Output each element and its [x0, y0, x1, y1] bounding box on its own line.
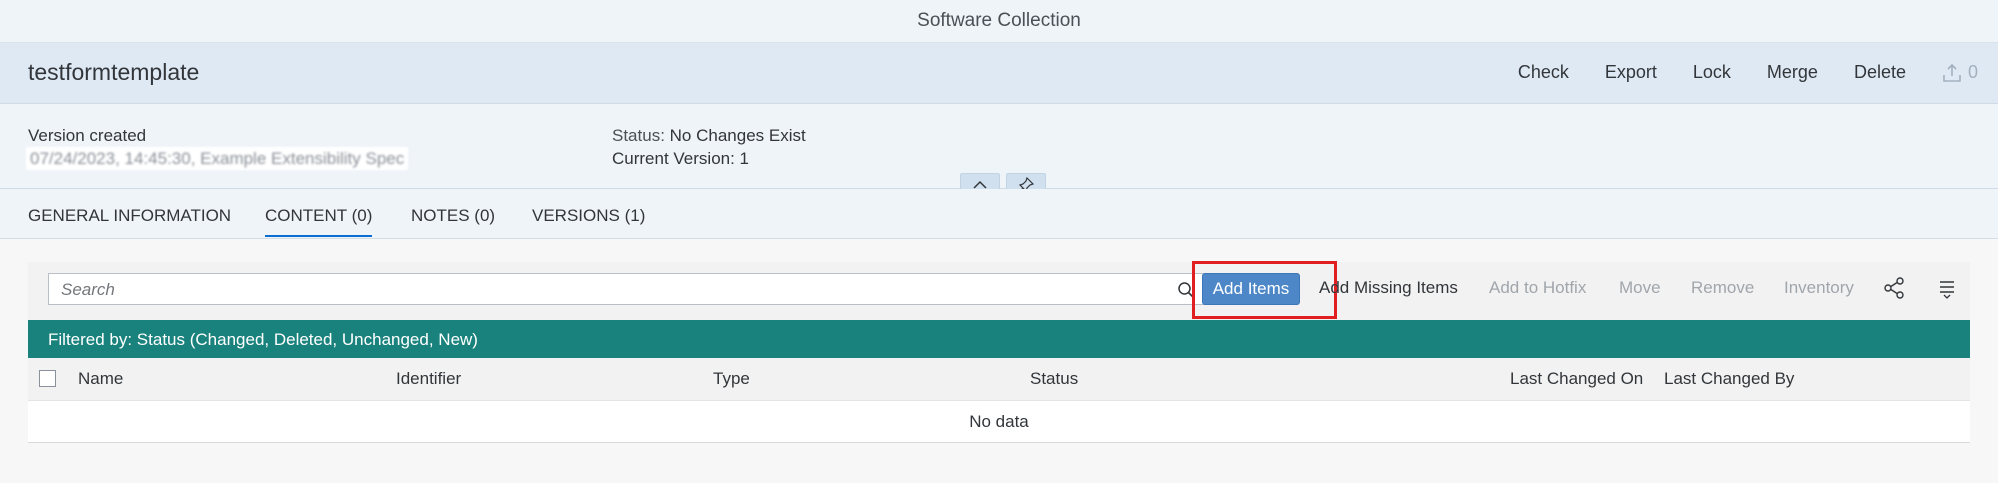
inventory-button[interactable]: Inventory [1784, 278, 1854, 298]
column-type[interactable]: Type [713, 369, 750, 389]
upload-button[interactable]: 0 [1942, 62, 1978, 83]
search-input[interactable] [59, 279, 1163, 301]
filter-text: Filtered by: Status (Changed, Deleted, U… [48, 330, 478, 349]
no-data-text: No data [969, 411, 1029, 431]
version-created-block: Version created 07/24/2023, 14:45:30, Ex… [26, 124, 409, 170]
merge-button[interactable]: Merge [1767, 62, 1818, 83]
settings-list-icon[interactable] [1938, 277, 1956, 299]
shell-bar: Software Collection [0, 0, 1998, 43]
add-to-hotfix-button[interactable]: Add to Hotfix [1489, 278, 1586, 298]
version-created-label: Version created [28, 126, 147, 145]
add-items-button[interactable]: Add Items [1202, 273, 1300, 305]
version-created-value: 07/24/2023, 14:45:30, Example Extensibil… [26, 147, 409, 170]
add-missing-items-button[interactable]: Add Missing Items [1319, 278, 1458, 298]
select-all-checkbox[interactable] [39, 370, 56, 387]
upload-count: 0 [1967, 62, 1978, 82]
tab-content[interactable]: CONTENT (0) [265, 206, 373, 237]
column-last-changed-by[interactable]: Last Changed By [1664, 369, 1794, 389]
search-field[interactable] [48, 273, 1206, 305]
delete-button[interactable]: Delete [1854, 62, 1906, 83]
status-block: Status: No Changes Exist Current Version… [612, 124, 806, 170]
status-label: Status: [612, 126, 665, 145]
remove-button[interactable]: Remove [1691, 278, 1754, 298]
tab-bar: GENERAL INFORMATION CONTENT (0) NOTES (0… [0, 189, 1998, 239]
filter-info-bar: Filtered by: Status (Changed, Deleted, U… [28, 320, 1970, 358]
object-title: testformtemplate [28, 59, 200, 85]
tab-versions[interactable]: VERSIONS (1) [532, 206, 645, 235]
table-header: Name Identifier Type Status Last Changed… [28, 358, 1970, 401]
content-table-panel: Add Items Add Missing Items Add to Hotfi… [28, 261, 1970, 443]
move-button[interactable]: Move [1619, 278, 1661, 298]
upload-icon [1943, 63, 1961, 82]
export-button[interactable]: Export [1605, 62, 1657, 83]
column-name[interactable]: Name [78, 369, 123, 389]
status-value: No Changes Exist [669, 126, 806, 145]
column-status[interactable]: Status [1030, 369, 1078, 389]
header-actions: Check Export Lock Merge Delete 0 [1482, 62, 1978, 83]
lock-button[interactable]: Lock [1693, 62, 1731, 83]
app-title: Software Collection [917, 10, 1081, 31]
tab-notes[interactable]: NOTES (0) [411, 206, 495, 235]
check-button[interactable]: Check [1518, 62, 1569, 83]
tab-general-information[interactable]: GENERAL INFORMATION [28, 206, 231, 235]
column-last-changed-on[interactable]: Last Changed On [1510, 369, 1643, 389]
empty-table-row: No data [28, 401, 1970, 443]
share-icon[interactable] [1883, 277, 1905, 299]
chevron-up-icon [973, 180, 987, 189]
table-toolbar: Add Items Add Missing Items Add to Hotfi… [28, 261, 1970, 320]
object-header: testformtemplate Check Export Lock Merge… [0, 43, 1998, 104]
current-version: Current Version: 1 [612, 149, 750, 168]
column-identifier[interactable]: Identifier [396, 369, 461, 389]
